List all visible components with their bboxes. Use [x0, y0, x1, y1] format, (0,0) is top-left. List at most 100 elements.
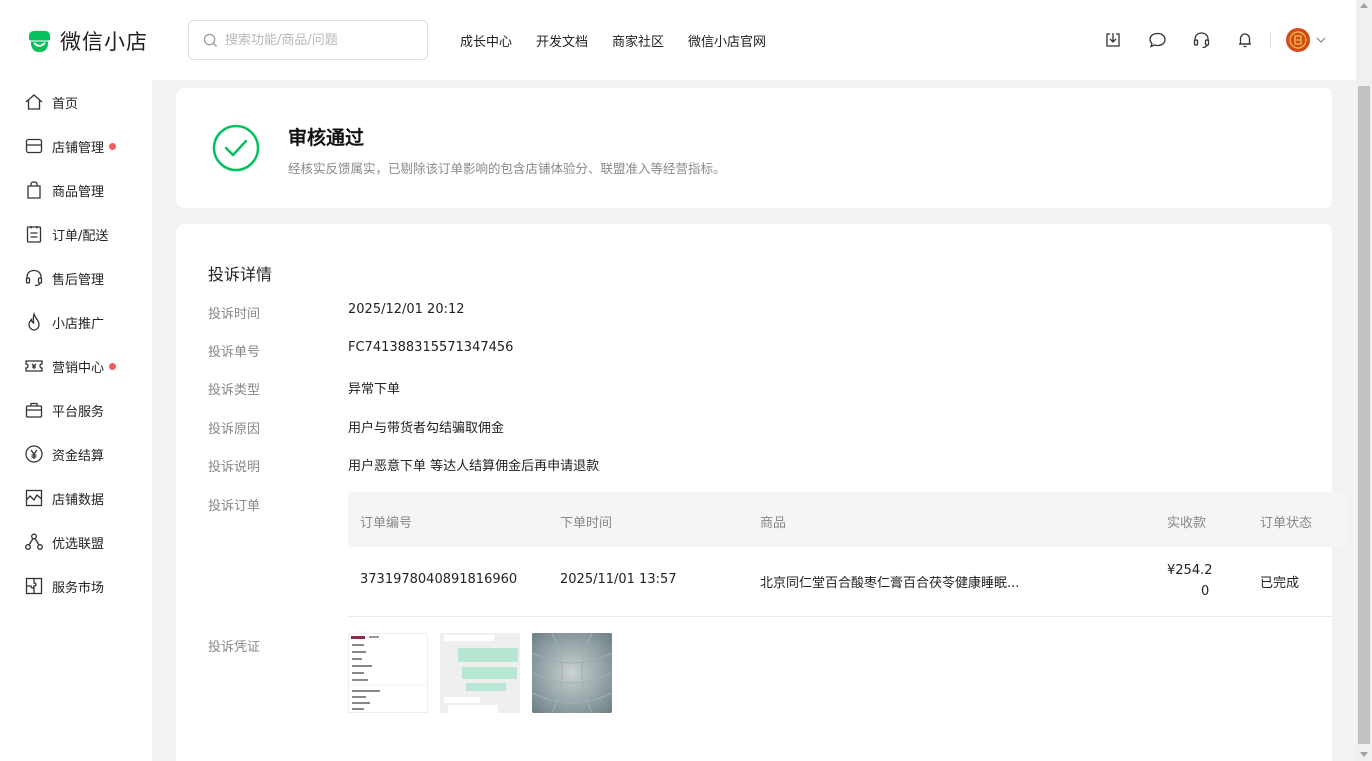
sidebar-item-label: 店铺数据 [52, 492, 105, 508]
network-icon [24, 532, 44, 552]
review-status-card: 审核通过 经核实反馈属实，已剔除该订单影响的包含店铺体验分、联盟准入等经营指标。 [176, 88, 1332, 208]
logo-text: 微信小店 [60, 30, 148, 54]
customer-service-button[interactable] [1190, 29, 1212, 51]
evidence-thumbnail[interactable] [348, 633, 428, 713]
sidebar-item-platform-services[interactable]: 平台服务 [24, 399, 104, 421]
order-table: 订单编号 下单时间 商品 实收款 订单状态 373197804089181696… [348, 492, 1348, 617]
column-header-time: 下单时间 [560, 516, 613, 531]
sidebar-item-alliance[interactable]: 优选联盟 [24, 531, 104, 553]
column-header-order-no: 订单编号 [360, 516, 413, 531]
table-header: 订单编号 下单时间 商品 实收款 订单状态 [348, 492, 1348, 547]
complaint-detail-card: 投诉详情 投诉时间 2025/12/01 20:12 投诉单号 FC741388… [176, 224, 1348, 761]
notification-dot [109, 362, 117, 370]
section-title: 投诉详情 [208, 265, 273, 284]
field-label-evidence: 投诉凭证 [208, 640, 261, 655]
field-label-ticket-no: 投诉单号 [208, 345, 261, 360]
shop-logo-icon [28, 30, 51, 52]
evidence-thumbnail[interactable] [440, 633, 520, 713]
photo-image-icon [532, 633, 612, 713]
sidebar-item-label: 资金结算 [52, 448, 105, 464]
nav-growth-center[interactable]: 成长中心 [460, 31, 512, 50]
headset-icon [24, 268, 44, 288]
search-box[interactable] [188, 20, 428, 60]
order-number: 3731978040891816960 [360, 572, 518, 587]
field-value-time: 2025/12/01 20:12 [348, 302, 465, 317]
sidebar-item-settlement[interactable]: 资金结算 [24, 443, 104, 465]
sidebar-item-store-data[interactable]: 店铺数据 [24, 487, 104, 509]
table-row[interactable]: 3731978040891816960 2025/11/01 13:57 北京同… [348, 547, 1332, 617]
scrollbar-thumb[interactable] [1358, 86, 1370, 744]
sidebar-item-after-sales[interactable]: 售后管理 [24, 267, 104, 289]
notification-button[interactable] [1234, 29, 1256, 51]
store-icon [24, 136, 44, 156]
sidebar-item-orders[interactable]: 订单/配送 [24, 223, 108, 245]
amount-line-2: 0 [1201, 584, 1210, 599]
field-label-order: 投诉订单 [208, 499, 261, 514]
sidebar-item-label: 优选联盟 [52, 536, 105, 552]
header-tools [1102, 28, 1326, 52]
check-circle-icon [212, 124, 260, 172]
evidence-thumbnail[interactable] [532, 633, 612, 713]
sidebar: 首页 店铺管理 商品管理 订单/配送 售后管理 小店推广 营销中心 平台服务 资… [0, 80, 152, 761]
product-name: 北京同仁堂百合酸枣仁膏百合茯苓健康睡眠... [760, 576, 1020, 591]
sidebar-item-label: 商品管理 [52, 184, 105, 200]
status-title: 审核通过 [288, 127, 365, 149]
yuan-icon [24, 444, 44, 464]
headset-icon [1193, 32, 1209, 49]
top-nav: 成长中心 开发文档 商家社区 微信小店官网 [460, 31, 790, 50]
search-icon [203, 33, 218, 47]
screenshot-image-icon [349, 634, 427, 712]
top-header: 微信小店 成长中心 开发文档 商家社区 微信小店官网 [0, 0, 1356, 80]
sidebar-item-label: 平台服务 [52, 404, 105, 420]
bell-icon [1239, 33, 1251, 48]
ticket-icon [24, 356, 44, 376]
column-header-amount: 实收款 [1167, 516, 1207, 531]
sidebar-item-products[interactable]: 商品管理 [24, 179, 104, 201]
avatar[interactable] [1286, 28, 1310, 52]
sidebar-item-service-market[interactable]: 服务市场 [24, 575, 104, 597]
field-value-reason: 用户与带货者勾结骗取佣金 [348, 421, 505, 436]
sidebar-item-label: 首页 [52, 96, 79, 112]
shop-avatar-icon [1289, 31, 1307, 49]
nav-merchant-community[interactable]: 商家社区 [612, 31, 664, 50]
sidebar-item-marketing[interactable]: 营销中心 [24, 355, 117, 377]
chat-screenshot-icon [444, 635, 518, 713]
sidebar-item-label: 营销中心 [52, 360, 105, 376]
field-label-description: 投诉说明 [208, 460, 261, 475]
status-description: 经核实反馈属实，已剔除该订单影响的包含店铺体验分、联盟准入等经营指标。 [288, 161, 726, 176]
puzzle-icon [24, 576, 44, 596]
home-icon [24, 92, 44, 112]
field-label-type: 投诉类型 [208, 383, 261, 398]
briefcase-icon [24, 400, 44, 420]
field-label-reason: 投诉原因 [208, 422, 261, 437]
chevron-down-icon[interactable] [1316, 37, 1326, 43]
message-button[interactable] [1146, 29, 1168, 51]
order-time: 2025/11/01 13:57 [560, 572, 677, 587]
order-status: 已完成 [1260, 576, 1300, 591]
column-header-status: 订单状态 [1260, 516, 1313, 531]
message-icon [1148, 32, 1166, 48]
sidebar-item-label: 店铺管理 [52, 140, 105, 156]
sidebar-item-label: 小店推广 [52, 316, 105, 332]
download-button[interactable] [1102, 29, 1124, 51]
field-value-ticket-no: FC741388315571347456 [348, 340, 514, 355]
order-icon [24, 224, 44, 244]
sidebar-item-store[interactable]: 店铺管理 [24, 135, 117, 157]
search-input[interactable] [225, 32, 425, 48]
sidebar-item-label: 售后管理 [52, 272, 105, 288]
column-header-product: 商品 [760, 516, 787, 531]
notification-dot [109, 142, 117, 150]
field-value-description: 用户恶意下单 等达人结算佣金后再申请退款 [348, 459, 600, 474]
sidebar-item-promotion[interactable]: 小店推广 [24, 311, 104, 333]
flame-icon [24, 312, 44, 332]
scroll-up-arrow[interactable] [1360, 3, 1368, 8]
header-divider [1270, 32, 1271, 48]
logo[interactable]: 微信小店 [26, 26, 148, 56]
field-label-time: 投诉时间 [208, 307, 261, 322]
download-icon [1106, 33, 1120, 47]
nav-official-site[interactable]: 微信小店官网 [688, 31, 766, 50]
scroll-down-arrow[interactable] [1360, 752, 1368, 757]
sidebar-item-home[interactable]: 首页 [24, 91, 78, 113]
field-value-type: 异常下单 [348, 382, 401, 397]
nav-dev-docs[interactable]: 开发文档 [536, 31, 588, 50]
